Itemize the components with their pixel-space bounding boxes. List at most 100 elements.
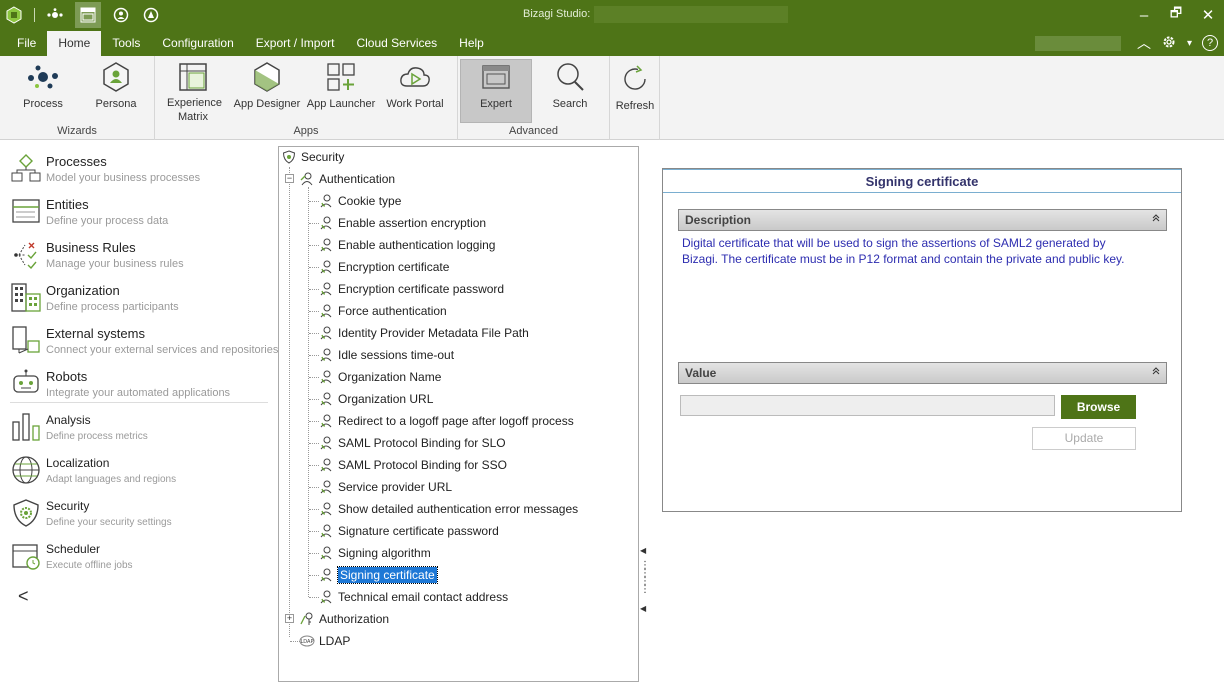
menu-cloud-services[interactable]: Cloud Services xyxy=(345,30,448,56)
property-user-icon xyxy=(318,325,334,341)
app-launcher-icon xyxy=(305,60,377,94)
tree-node-property[interactable]: Show detailed authentication error messa… xyxy=(318,499,578,519)
property-user-icon xyxy=(318,303,334,319)
process-button[interactable]: Process xyxy=(7,60,79,124)
refresh-button[interactable]: Refresh xyxy=(599,62,671,126)
nav-item-external-systems[interactable]: External systems Connect your external s… xyxy=(10,320,278,360)
collapse-ribbon-icon[interactable]: ︿ xyxy=(1137,33,1151,53)
certificate-value-field[interactable] xyxy=(680,395,1055,416)
tree-node-security[interactable]: Security xyxy=(281,147,344,167)
nav-item-security[interactable]: Security Define your security settings xyxy=(10,493,272,533)
menu-help[interactable]: Help xyxy=(448,30,495,56)
persona-quick-icon[interactable] xyxy=(111,5,131,25)
nav-title-organization: Organization xyxy=(46,283,120,298)
property-user-icon xyxy=(318,369,334,385)
nav-item-organization[interactable]: Organization Define process participants xyxy=(10,277,272,317)
tree-node-label: Signature certificate password xyxy=(338,524,499,538)
nav-separator xyxy=(10,402,268,403)
tree-node-property[interactable]: Enable assertion encryption xyxy=(318,213,486,233)
refresh-button-label: Refresh xyxy=(615,100,655,112)
description-text: Digital certificate that will be used to… xyxy=(682,236,1125,266)
tree-node-authentication[interactable]: Authentication xyxy=(299,169,395,189)
nav-item-processes[interactable]: Processes Model your business processes xyxy=(10,148,272,188)
menu-export-import[interactable]: Export / Import xyxy=(245,30,346,56)
process-icon xyxy=(7,60,79,94)
collapse-nav-button[interactable]: < xyxy=(18,586,29,607)
nav-item-localization[interactable]: Localization Adapt languages and regions xyxy=(10,450,272,490)
tree-node-property[interactable]: Identity Provider Metadata File Path xyxy=(318,323,529,343)
collapse-chevron-icon[interactable] xyxy=(1152,210,1160,230)
tree-node-property[interactable]: Idle sessions time-out xyxy=(318,345,454,365)
browse-button[interactable]: Browse xyxy=(1061,395,1136,419)
tree-node-property[interactable]: Signing certificate xyxy=(318,565,438,585)
tree-node-property[interactable]: Cookie type xyxy=(318,191,401,211)
description-section-header[interactable]: Description xyxy=(678,209,1167,231)
nav-item-robots[interactable]: Robots Integrate your automated applicat… xyxy=(10,363,272,403)
tree-connector xyxy=(289,167,290,637)
scheduler-icon xyxy=(10,540,42,572)
ribbon: Process Persona Wizards Experience Matri… xyxy=(0,56,1224,140)
restore-button[interactable]: 🗗 xyxy=(1160,4,1192,26)
collapse-authentication-toggle[interactable]: − xyxy=(285,174,294,183)
experience-matrix-button[interactable]: Experience Matrix xyxy=(157,60,229,124)
update-button[interactable]: Update xyxy=(1032,427,1136,450)
tree-node-property[interactable]: Technical email contact address xyxy=(318,587,508,607)
menu-file[interactable]: File xyxy=(6,30,47,56)
app-designer-button[interactable]: App Designer xyxy=(231,60,303,124)
minimize-button[interactable]: – xyxy=(1128,7,1160,24)
app-launcher-button[interactable]: App Launcher xyxy=(305,60,377,124)
splitter-arrow-icon[interactable]: ◀ xyxy=(640,546,646,555)
authentication-node-icon xyxy=(299,171,315,187)
nav-item-business-rules[interactable]: Business Rules Manage your business rule… xyxy=(10,234,272,274)
property-user-icon xyxy=(318,347,334,363)
menu-home[interactable]: Home xyxy=(47,31,102,56)
help-button[interactable]: ? xyxy=(1202,35,1218,51)
property-user-icon xyxy=(318,413,334,429)
process-quick-icon[interactable] xyxy=(45,5,65,25)
collapse-chevron-icon[interactable] xyxy=(1152,363,1160,383)
tree-node-label: Service provider URL xyxy=(338,480,453,494)
tree-node-property[interactable]: Encryption certificate password xyxy=(318,279,504,299)
user-quick-icon[interactable] xyxy=(141,5,161,25)
tree-node-property[interactable]: SAML Protocol Binding for SLO xyxy=(318,433,506,453)
tree-node-property[interactable]: Redirect to a logoff page after logoff p… xyxy=(318,411,574,431)
tree-node-property[interactable]: Signature certificate password xyxy=(318,521,499,541)
persona-button[interactable]: Persona xyxy=(80,60,152,124)
nav-title-security: Security xyxy=(46,499,90,513)
app-designer-button-label: App Designer xyxy=(233,98,301,110)
nav-subtitle-robots: Integrate your automated applications xyxy=(46,387,231,399)
tree-node-authorization[interactable]: Authorization xyxy=(299,609,389,629)
tree-node-property[interactable]: Service provider URL xyxy=(318,477,452,497)
work-portal-button[interactable]: Work Portal xyxy=(379,60,451,124)
nav-subtitle-external-systems: Connect your external services and repos… xyxy=(46,344,279,356)
gear-icon[interactable] xyxy=(1161,34,1177,53)
menu-tools[interactable]: Tools xyxy=(101,30,151,56)
property-user-icon xyxy=(318,479,334,495)
expand-authorization-toggle[interactable]: + xyxy=(285,614,294,623)
tree-node-property[interactable]: Encryption certificate xyxy=(318,257,449,277)
tree-node-property[interactable]: SAML Protocol Binding for SSO xyxy=(318,455,507,475)
search-icon xyxy=(534,60,606,94)
tree-node-ldap[interactable]: LDAP LDAP xyxy=(299,631,350,651)
splitter-grip-icon[interactable]: ⋮ ⋮ ⋮ ⋮ xyxy=(640,561,650,595)
shield-icon xyxy=(10,497,42,529)
nav-item-entities[interactable]: Entities Define your process data xyxy=(10,191,272,231)
tree-node-property[interactable]: Organization URL xyxy=(318,389,433,409)
settings-caret-icon[interactable]: ▾ xyxy=(1187,38,1192,49)
splitter-arrow-icon[interactable]: ◀ xyxy=(640,604,646,613)
nav-subtitle-business-rules: Manage your business rules xyxy=(46,258,184,270)
layout-quick-icon[interactable] xyxy=(75,2,101,28)
close-button[interactable]: ✕ xyxy=(1192,6,1224,24)
value-section-header[interactable]: Value xyxy=(678,362,1167,384)
nav-item-scheduler[interactable]: Scheduler Execute offline jobs xyxy=(10,536,272,576)
expert-button[interactable]: Expert xyxy=(460,59,532,123)
tree-node-property[interactable]: Signing algorithm xyxy=(318,543,431,563)
tree-node-property[interactable]: Organization Name xyxy=(318,367,441,387)
property-user-icon xyxy=(318,457,334,473)
tree-node-property[interactable]: Force authentication xyxy=(318,301,447,321)
search-button[interactable]: Search xyxy=(534,60,606,124)
menu-configuration[interactable]: Configuration xyxy=(151,30,244,56)
tree-node-property[interactable]: Enable authentication logging xyxy=(318,235,495,255)
nav-item-analysis[interactable]: Analysis Define process metrics xyxy=(10,407,272,447)
nav-title-entities: Entities xyxy=(46,197,89,212)
